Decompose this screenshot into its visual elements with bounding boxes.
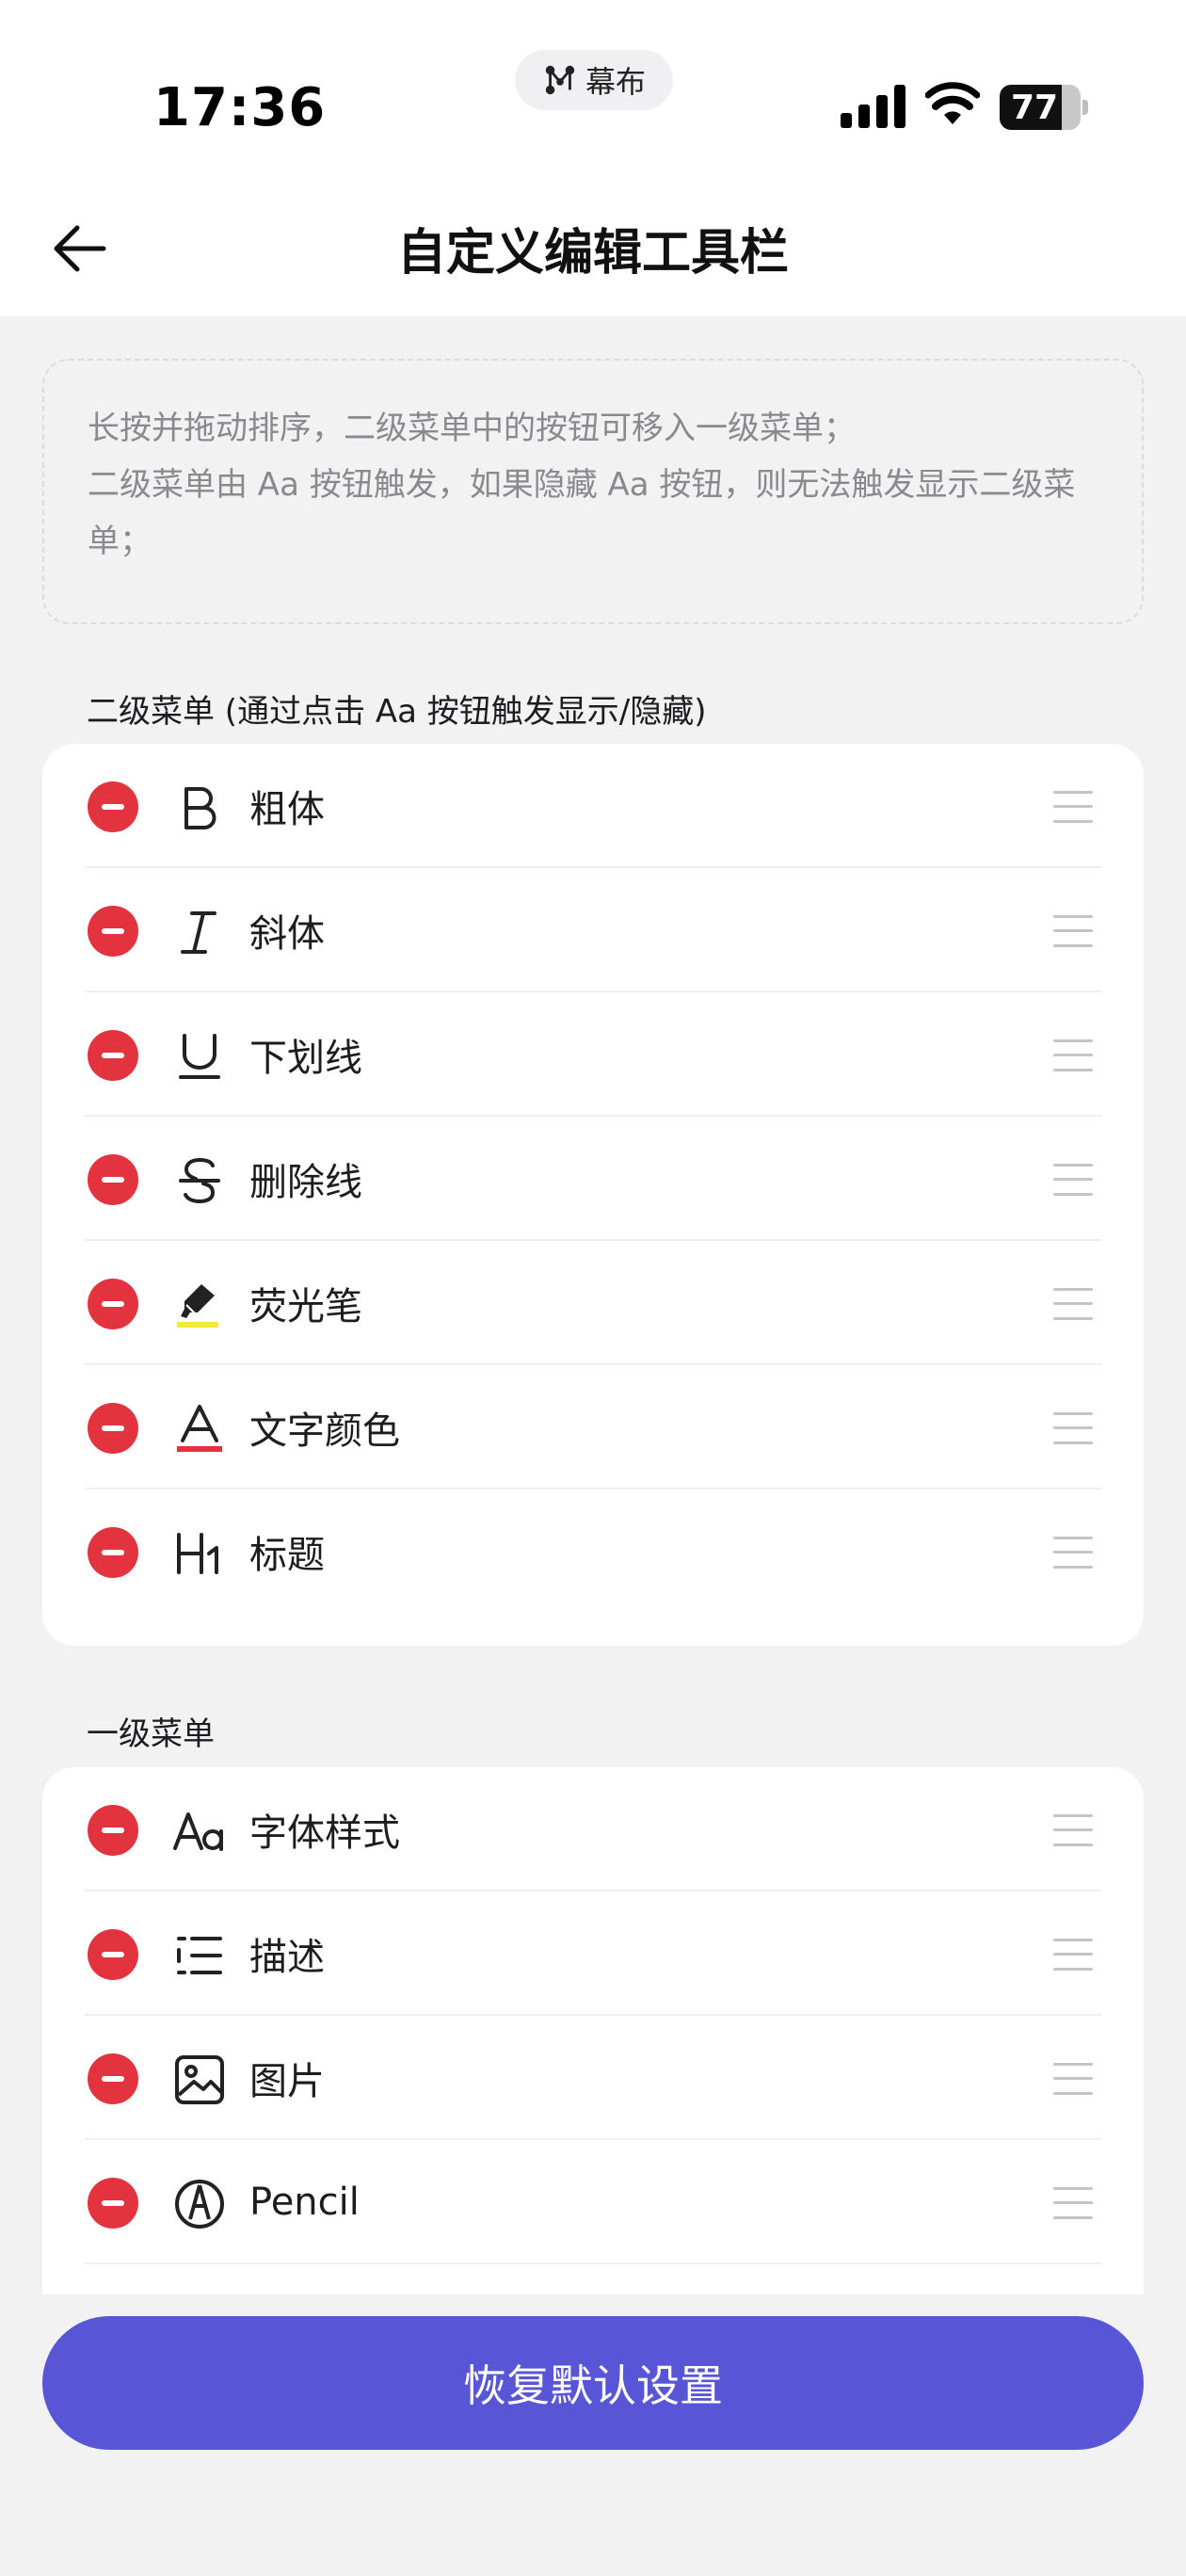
row-label: 荧光笔 <box>249 1285 362 1328</box>
cellular-signal-icon <box>841 85 906 128</box>
toolbar-row-highlighter[interactable]: 荧光笔 <box>42 1241 1144 1365</box>
remove-button[interactable] <box>88 1403 138 1454</box>
bold-icon <box>184 787 216 829</box>
remove-button[interactable] <box>88 1030 138 1081</box>
font-style-icon <box>173 1812 223 1851</box>
row-label: 斜体 <box>249 912 325 956</box>
mubu-logo-icon <box>545 65 575 95</box>
toolbar-row-text-color[interactable]: 文字颜色 <box>42 1365 1144 1489</box>
nav-header: 自定义编辑工具栏 <box>0 179 1186 316</box>
drag-handle-icon[interactable] <box>1053 1537 1093 1569</box>
pencil-icon <box>175 2180 224 2229</box>
italic-icon <box>181 911 216 954</box>
remove-button[interactable] <box>88 2178 138 2229</box>
drag-handle-icon[interactable] <box>1053 1814 1093 1846</box>
restore-defaults-button[interactable]: 恢复默认设置 <box>42 2316 1144 2450</box>
row-label: 字体样式 <box>249 1811 400 1855</box>
drag-handle-icon[interactable] <box>1053 1039 1093 1071</box>
row-label: 文字颜色 <box>249 1409 400 1453</box>
instruction-notice: 长按并拖动排序，二级菜单中的按钮可移入一级菜单； 二级菜单由 Aa 按钮触发，如… <box>42 359 1144 624</box>
remove-button[interactable] <box>88 1805 138 1856</box>
toolbar-row-italic[interactable]: 斜体 <box>42 868 1144 992</box>
toolbar-row-bold[interactable]: 粗体 <box>42 744 1144 868</box>
underline-icon <box>179 1034 220 1079</box>
description-icon <box>177 1937 222 1974</box>
row-label: 粗体 <box>249 788 325 831</box>
drag-handle-icon[interactable] <box>1053 2063 1093 2095</box>
toolbar-row-strikethrough[interactable]: 删除线 <box>42 1117 1144 1241</box>
row-label: 标题 <box>249 1534 325 1577</box>
remove-button[interactable] <box>88 781 138 832</box>
battery-level: 77 <box>1010 88 1059 127</box>
heading-icon <box>177 1533 218 1574</box>
remove-button[interactable] <box>88 1154 138 1205</box>
drag-handle-icon[interactable] <box>1053 2187 1093 2219</box>
remove-button[interactable] <box>88 906 138 957</box>
drag-handle-icon[interactable] <box>1053 1288 1093 1320</box>
secondary-menu-label: 二级菜单 (通过点击 Aa 按钮触发显示/隐藏) <box>87 693 707 731</box>
row-label: Pencil <box>249 2181 360 2224</box>
primary-menu-card: 字体样式 描述 图片 Pencil <box>42 1767 1144 2294</box>
text-color-icon <box>177 1405 222 1452</box>
drag-handle-icon[interactable] <box>1053 915 1093 947</box>
toolbar-row-pencil[interactable]: Pencil <box>42 2140 1144 2264</box>
remove-button[interactable] <box>88 2053 138 2104</box>
row-label: 描述 <box>249 1936 325 1979</box>
image-icon <box>175 2055 224 2104</box>
row-label: 下划线 <box>249 1037 362 1080</box>
dynamic-island[interactable]: 幕布 <box>515 50 673 110</box>
remove-button[interactable] <box>88 1929 138 1980</box>
notice-line-1: 长按并拖动排序，二级菜单中的按钮可移入一级菜单； <box>88 410 856 447</box>
toolbar-row-image[interactable]: 图片 <box>42 2016 1144 2140</box>
remove-button[interactable] <box>88 1527 138 1578</box>
back-arrow-icon[interactable] <box>49 222 109 275</box>
drag-handle-icon[interactable] <box>1053 1939 1093 1971</box>
toolbar-row-heading[interactable]: 标题 <box>42 1489 1144 1614</box>
secondary-menu-card: 粗体 斜体 下划线 删除线 荧光笔 文字颜色 标题 <box>42 744 1144 1646</box>
toolbar-row-description[interactable]: 描述 <box>42 1892 1144 2016</box>
status-time: 17:36 <box>153 77 327 138</box>
battery-indicator: 77 <box>1000 85 1088 130</box>
page-title: 自定义编辑工具栏 <box>396 224 789 282</box>
strikethrough-icon <box>179 1157 220 1204</box>
wifi-icon <box>925 82 980 124</box>
toolbar-row-font-style[interactable]: 字体样式 <box>42 1767 1144 1892</box>
drag-handle-icon[interactable] <box>1053 1412 1093 1444</box>
row-label: 删除线 <box>249 1161 362 1204</box>
remove-button[interactable] <box>88 1279 138 1329</box>
primary-menu-label: 一级菜单 <box>87 1715 215 1753</box>
drag-handle-icon[interactable] <box>1053 791 1093 823</box>
row-label: 图片 <box>249 2060 325 2103</box>
island-app-name: 幕布 <box>585 64 646 100</box>
highlighter-icon <box>177 1284 218 1328</box>
drag-handle-icon[interactable] <box>1053 1164 1093 1196</box>
toolbar-row-underline[interactable]: 下划线 <box>42 992 1144 1117</box>
status-bar: 17:36 幕布 77 <box>0 0 1186 179</box>
notice-line-2: 二级菜单由 Aa 按钮触发，如果隐藏 Aa 按钮，则无法触发显示二级菜单； <box>88 466 1076 560</box>
